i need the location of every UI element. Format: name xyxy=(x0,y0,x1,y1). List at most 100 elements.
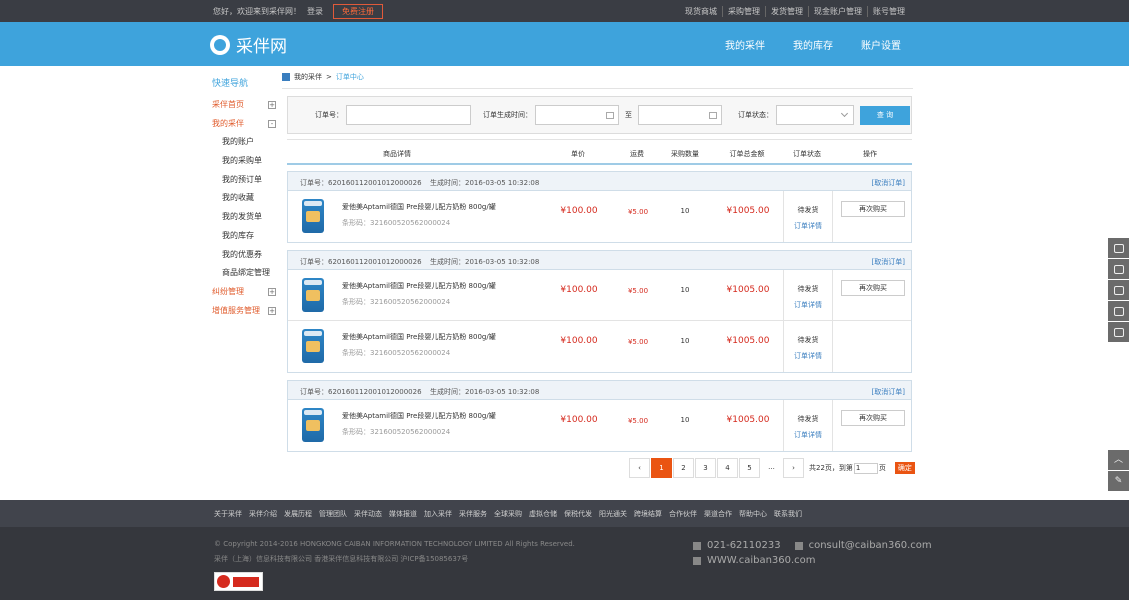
sidebar-item-preorders[interactable]: 我的预订单 xyxy=(212,171,280,190)
footer-link[interactable]: 采伴介绍 xyxy=(249,509,277,519)
product-image[interactable] xyxy=(302,408,324,442)
page-button[interactable]: 5 xyxy=(739,458,760,478)
quantity: 10 xyxy=(680,416,690,424)
top-link-mall[interactable]: 现货商城 xyxy=(680,6,722,17)
page-button[interactable]: 1 xyxy=(651,458,672,478)
order-total: ¥1005.00 xyxy=(726,336,770,346)
start-date-input[interactable] xyxy=(535,105,619,125)
col-unit-price: 单价 xyxy=(571,150,585,158)
page-button[interactable]: 3 xyxy=(695,458,716,478)
end-date-input[interactable] xyxy=(638,105,722,125)
logo[interactable]: 采伴网 xyxy=(210,32,287,57)
sidebar-item-shipments[interactable]: 我的发货单 xyxy=(212,208,280,227)
page-button[interactable]: 4 xyxy=(717,458,738,478)
next-page-button[interactable]: › xyxy=(783,458,804,478)
go-button[interactable]: 确定 xyxy=(894,462,915,474)
top-link-account[interactable]: 账号管理 xyxy=(867,5,910,17)
status-text: 待发货 xyxy=(797,285,819,293)
sidebar-item-disputes[interactable]: 纠纷管理 + xyxy=(212,283,280,302)
footer-link[interactable]: 跨境结算 xyxy=(634,509,662,519)
quantity: 10 xyxy=(680,337,690,345)
footer-link[interactable]: 保税代发 xyxy=(564,509,592,519)
product-image[interactable] xyxy=(302,278,324,312)
sidebar-item-label: 我的采伴 xyxy=(212,118,244,128)
sidebar-item-favorites[interactable]: 我的收藏 xyxy=(212,189,280,208)
top-link-purchase[interactable]: 采购管理 xyxy=(722,5,765,17)
nav-my-caiban[interactable]: 我的采伴 xyxy=(725,37,765,52)
footer: © Copyright 2014-2016 HONGKONG CAIBAN IN… xyxy=(0,527,1129,600)
footer-link[interactable]: 采伴动态 xyxy=(354,509,382,519)
top-link-cash[interactable]: 现金账户管理 xyxy=(808,5,867,17)
calendar-icon[interactable] xyxy=(709,111,717,119)
buy-again-button[interactable]: 再次购买 xyxy=(841,201,905,217)
product-image[interactable] xyxy=(302,329,324,363)
nav-account-settings[interactable]: 账户设置 xyxy=(861,37,901,52)
footer-link[interactable]: 媒体报道 xyxy=(389,509,417,519)
back-to-top-icon[interactable]: ︿ xyxy=(1108,450,1129,470)
footer-link[interactable]: 阳光通关 xyxy=(599,509,627,519)
footer-link[interactable]: 合作伙伴 xyxy=(669,509,697,519)
login-link[interactable]: 登录 xyxy=(307,6,323,17)
breadcrumb-root[interactable]: 我的采伴 xyxy=(294,72,322,82)
footer-link[interactable]: 联系我们 xyxy=(774,509,802,519)
cancel-order-link[interactable]: [取消订单] xyxy=(872,387,905,397)
footer-link[interactable]: 加入采伴 xyxy=(424,509,452,519)
shipping-fee: ¥5.00 xyxy=(627,287,649,295)
buy-again-button[interactable]: 再次购买 xyxy=(841,410,905,426)
footer-link[interactable]: 采伴服务 xyxy=(459,509,487,519)
product-name[interactable]: 爱他美Aptamil德国 Pre段婴儿配方奶粉 800g/罐 xyxy=(342,411,496,421)
page-button[interactable]: 2 xyxy=(673,458,694,478)
footer-link[interactable]: 渠道合作 xyxy=(704,509,732,519)
trust-badge[interactable] xyxy=(214,572,263,591)
expand-icon[interactable]: + xyxy=(268,306,276,315)
sidebar-item-purchase-orders[interactable]: 我的采购单 xyxy=(212,152,280,171)
sidebar-item-my-caiban[interactable]: 我的采伴 - xyxy=(212,115,280,134)
expand-icon[interactable]: + xyxy=(268,287,276,296)
order-detail-link[interactable]: 订单详情 xyxy=(794,430,822,440)
sidebar-item-product-binding[interactable]: 商品绑定管理 xyxy=(212,264,280,283)
calendar-icon[interactable] xyxy=(606,111,614,119)
product-name[interactable]: 爱他美Aptamil德国 Pre段婴儿配方奶粉 800g/罐 xyxy=(342,281,496,291)
feedback-icon[interactable]: ✎ xyxy=(1108,471,1129,491)
cancel-order-link[interactable]: [取消订单] xyxy=(872,257,905,267)
sidebar-item-home[interactable]: 采伴首页 + xyxy=(212,96,280,115)
chat-icon[interactable] xyxy=(1108,301,1129,321)
cart-icon[interactable] xyxy=(1108,238,1129,258)
product-barcode: 条形码：3216005205620000​24 xyxy=(342,349,451,357)
order-detail-link[interactable]: 订单详情 xyxy=(794,300,822,310)
collapse-icon[interactable]: - xyxy=(268,119,276,128)
page-jump-input[interactable]: 1 xyxy=(853,462,878,474)
footer-link[interactable]: 帮助中心 xyxy=(739,509,767,519)
sidebar-item-my-account[interactable]: 我的账户 xyxy=(212,133,280,152)
contact-info: 021-62110233 consult@caiban360.com WWW.ca… xyxy=(693,540,932,570)
heart-icon[interactable] xyxy=(1108,259,1129,279)
buy-again-button[interactable]: 再次购买 xyxy=(841,280,905,296)
product-name[interactable]: 爱他美Aptamil德国 Pre段婴儿配方奶粉 800g/罐 xyxy=(342,202,496,212)
sidebar-item-inventory[interactable]: 我的库存 xyxy=(212,227,280,246)
order-detail-link[interactable]: 订单详情 xyxy=(794,221,822,231)
website-link[interactable]: WWW.caiban360.com xyxy=(707,555,816,566)
order-no-input[interactable] xyxy=(346,105,471,125)
expand-icon[interactable]: + xyxy=(268,101,276,109)
email-address[interactable]: consult@caiban360.com xyxy=(809,540,932,551)
sidebar-item-coupons[interactable]: 我的优惠券 xyxy=(212,246,280,265)
service-icon[interactable] xyxy=(1108,322,1129,342)
status-select[interactable] xyxy=(776,105,854,125)
footer-link[interactable]: 发展历程 xyxy=(284,509,312,519)
search-button[interactable]: 查 询 xyxy=(860,105,910,125)
sidebar-item-value-added[interactable]: 增值服务管理 + xyxy=(212,302,280,321)
footer-link[interactable]: 全球采购 xyxy=(494,509,522,519)
prev-page-button[interactable]: ‹ xyxy=(629,458,650,478)
register-button[interactable]: 免费注册 xyxy=(333,3,383,19)
footer-link[interactable]: 虚拟仓储 xyxy=(529,509,557,519)
order-filter: 订单号： 订单生成时间： 至 订单状态： 查 询 xyxy=(287,96,912,134)
nav-my-inventory[interactable]: 我的库存 xyxy=(793,37,833,52)
top-link-shipping[interactable]: 发货管理 xyxy=(765,5,808,17)
history-icon[interactable] xyxy=(1108,280,1129,300)
product-name[interactable]: 爱他美Aptamil德国 Pre段婴儿配方奶粉 800g/罐 xyxy=(342,332,496,342)
cancel-order-link[interactable]: [取消订单] xyxy=(872,178,905,188)
footer-link[interactable]: 关于采伴 xyxy=(214,509,242,519)
product-image[interactable] xyxy=(302,199,324,233)
footer-link[interactable]: 管理团队 xyxy=(319,509,347,519)
order-detail-link[interactable]: 订单详情 xyxy=(794,351,822,361)
